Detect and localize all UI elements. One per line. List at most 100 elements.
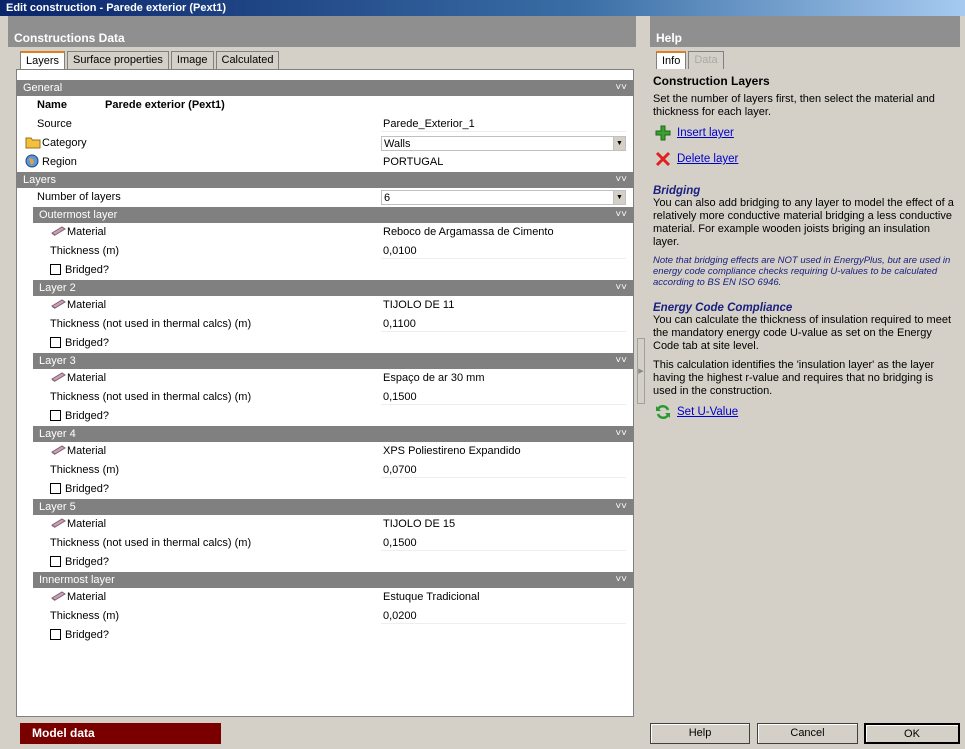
category-row: Category Walls ▼ <box>17 134 633 153</box>
material-label: Material <box>67 299 107 311</box>
region-value: PORTUGAL <box>383 156 444 168</box>
help-title: Help <box>650 29 960 47</box>
bridged-checkbox[interactable] <box>50 337 61 348</box>
source-field[interactable]: Parede_Exterior_1 <box>381 117 626 132</box>
bridged-row: Bridged? <box>17 334 633 353</box>
insert-layer-link[interactable]: Insert layer <box>655 125 957 141</box>
material-value[interactable]: Reboco de Argamassa de Cimento <box>381 225 626 240</box>
set-uvalue-link[interactable]: Set U-Value <box>655 404 957 420</box>
material-label-wrap: Material <box>50 588 106 607</box>
material-value[interactable]: TIJOLO DE 11 <box>381 298 626 313</box>
category-dropdown[interactable]: Walls ▼ <box>381 136 626 151</box>
bridged-checkbox-wrap[interactable]: Bridged? <box>50 626 109 645</box>
chevron-down-icon[interactable]: ▼ <box>613 137 625 150</box>
bridged-checkbox[interactable] <box>50 264 61 275</box>
collapse-icon[interactable]: ˅˅ <box>615 572 627 588</box>
ok-button[interactable]: OK <box>864 723 960 744</box>
delete-layer-link[interactable]: Delete layer <box>655 151 957 167</box>
help-heading: Construction Layers <box>653 74 770 88</box>
help-button[interactable]: Help <box>650 723 750 744</box>
collapse-icon[interactable]: ˅˅ <box>615 499 627 515</box>
material-value[interactable]: XPS Poliestireno Expandido <box>381 444 626 459</box>
insert-layer-label[interactable]: Insert layer <box>677 127 734 139</box>
thickness-label: Thickness (m) <box>50 610 120 622</box>
thickness-field[interactable]: 0,1500 <box>381 536 626 551</box>
tab-surface-properties[interactable]: Surface properties <box>67 51 169 69</box>
folder-icon <box>25 135 41 149</box>
section-general[interactable]: General ˅˅ <box>17 80 633 96</box>
bridged-checkbox[interactable] <box>50 556 61 567</box>
material-value[interactable]: Estuque Tradicional <box>381 590 626 605</box>
bridged-checkbox-wrap[interactable]: Bridged? <box>50 261 109 280</box>
thickness-field[interactable]: 0,0700 <box>381 463 626 478</box>
material-icon <box>50 370 66 384</box>
material-value[interactable]: TIJOLO DE 15 <box>381 517 626 532</box>
tab-image[interactable]: Image <box>170 51 214 69</box>
thickness-field[interactable]: 0,0100 <box>381 244 626 259</box>
material-icon <box>50 443 66 457</box>
bridged-checkbox-wrap[interactable]: Bridged? <box>50 480 109 499</box>
collapse-icon[interactable]: ˅˅ <box>615 80 627 96</box>
tab-layers[interactable]: Layers <box>20 51 66 70</box>
collapse-icon[interactable]: ˅˅ <box>615 353 627 369</box>
collapse-icon[interactable]: ˅˅ <box>615 207 627 223</box>
tab-calculated[interactable]: Calculated <box>215 51 280 69</box>
layer-header[interactable]: Layer 4 ˅˅ <box>33 426 633 442</box>
section-layers[interactable]: Layers ˅˅ <box>17 172 633 188</box>
bridged-row: Bridged? <box>17 407 633 426</box>
thickness-field[interactable]: 0,1500 <box>381 390 626 405</box>
collapse-icon[interactable]: ˅˅ <box>615 172 627 188</box>
bridging-title: Bridging <box>653 185 701 197</box>
bridged-row: Bridged? <box>17 480 633 499</box>
model-data-label[interactable]: Model data <box>20 723 221 744</box>
layer-list: Outermost layer ˅˅ Material Reboco de Arga… <box>17 207 633 645</box>
layer-header[interactable]: Layer 3 ˅˅ <box>33 353 633 369</box>
help-tabs: Info Data <box>656 51 726 70</box>
delete-layer-label[interactable]: Delete layer <box>677 153 738 165</box>
layer-header[interactable]: Layer 2 ˅˅ <box>33 280 633 296</box>
thickness-label: Thickness (m) <box>50 464 120 476</box>
thickness-field[interactable]: 0,1100 <box>381 317 626 332</box>
bridged-checkbox[interactable] <box>50 629 61 640</box>
bridged-checkbox-wrap[interactable]: Bridged? <box>50 407 109 426</box>
material-row: Material Estuque Tradicional <box>17 588 633 607</box>
bridged-checkbox-wrap[interactable]: Bridged? <box>50 553 109 572</box>
thickness-row: Thickness (not used in thermal calcs) (m… <box>17 388 633 407</box>
bridged-checkbox[interactable] <box>50 410 61 421</box>
bridged-row: Bridged? <box>17 553 633 572</box>
layer-header-label: Layer 5 <box>39 501 76 513</box>
layer-header-label: Layer 4 <box>39 428 76 440</box>
number-of-layers-dropdown[interactable]: 6 ▼ <box>381 190 626 205</box>
thickness-row: Thickness (not used in thermal calcs) (m… <box>17 315 633 334</box>
thickness-field[interactable]: 0,0200 <box>381 609 626 624</box>
thickness-label: Thickness (m) <box>50 245 120 257</box>
material-label-wrap: Material <box>50 223 106 242</box>
ecc-text-2: This calculation identifies the 'insulat… <box>653 359 935 397</box>
bridged-checkbox-wrap[interactable]: Bridged? <box>50 334 109 353</box>
bridged-checkbox[interactable] <box>50 483 61 494</box>
bridged-label: Bridged? <box>65 337 110 349</box>
category-label-wrap: Category <box>25 134 87 153</box>
name-field[interactable]: Parede exterior (Pext1) <box>105 98 625 113</box>
source-row: Source Parede_Exterior_1 <box>17 115 633 134</box>
name-row: Name Parede exterior (Pext1) <box>17 96 633 115</box>
set-uvalue-label[interactable]: Set U-Value <box>677 406 738 418</box>
delete-x-icon <box>655 151 671 167</box>
layers-panel: General ˅˅ Name Parede exterior (Pext1) S… <box>16 69 634 717</box>
layer-header[interactable]: Outermost layer ˅˅ <box>33 207 633 223</box>
material-value[interactable]: Espaço de ar 30 mm <box>381 371 626 386</box>
help-panel: Construction Layers Set the number of la… <box>650 69 960 717</box>
material-row: Material Reboco de Argamassa de Cimento <box>17 223 633 242</box>
layer-block: Innermost layer ˅˅ Material Estuque Tradic… <box>17 572 633 645</box>
layer-header[interactable]: Innermost layer ˅˅ <box>33 572 633 588</box>
collapse-icon[interactable]: ˅˅ <box>615 280 627 296</box>
cancel-button[interactable]: Cancel <box>757 723 858 744</box>
bridged-label: Bridged? <box>65 629 110 641</box>
tab-info[interactable]: Info <box>656 51 687 70</box>
chevron-down-icon[interactable]: ▼ <box>613 191 625 204</box>
collapse-icon[interactable]: ˅˅ <box>615 426 627 442</box>
window-title: Edit construction - Parede exterior (Pex… <box>0 0 965 16</box>
thickness-row: Thickness (m) 0,0700 <box>17 461 633 480</box>
pane-splitter[interactable]: ▶ <box>637 338 645 404</box>
layer-header[interactable]: Layer 5 ˅˅ <box>33 499 633 515</box>
